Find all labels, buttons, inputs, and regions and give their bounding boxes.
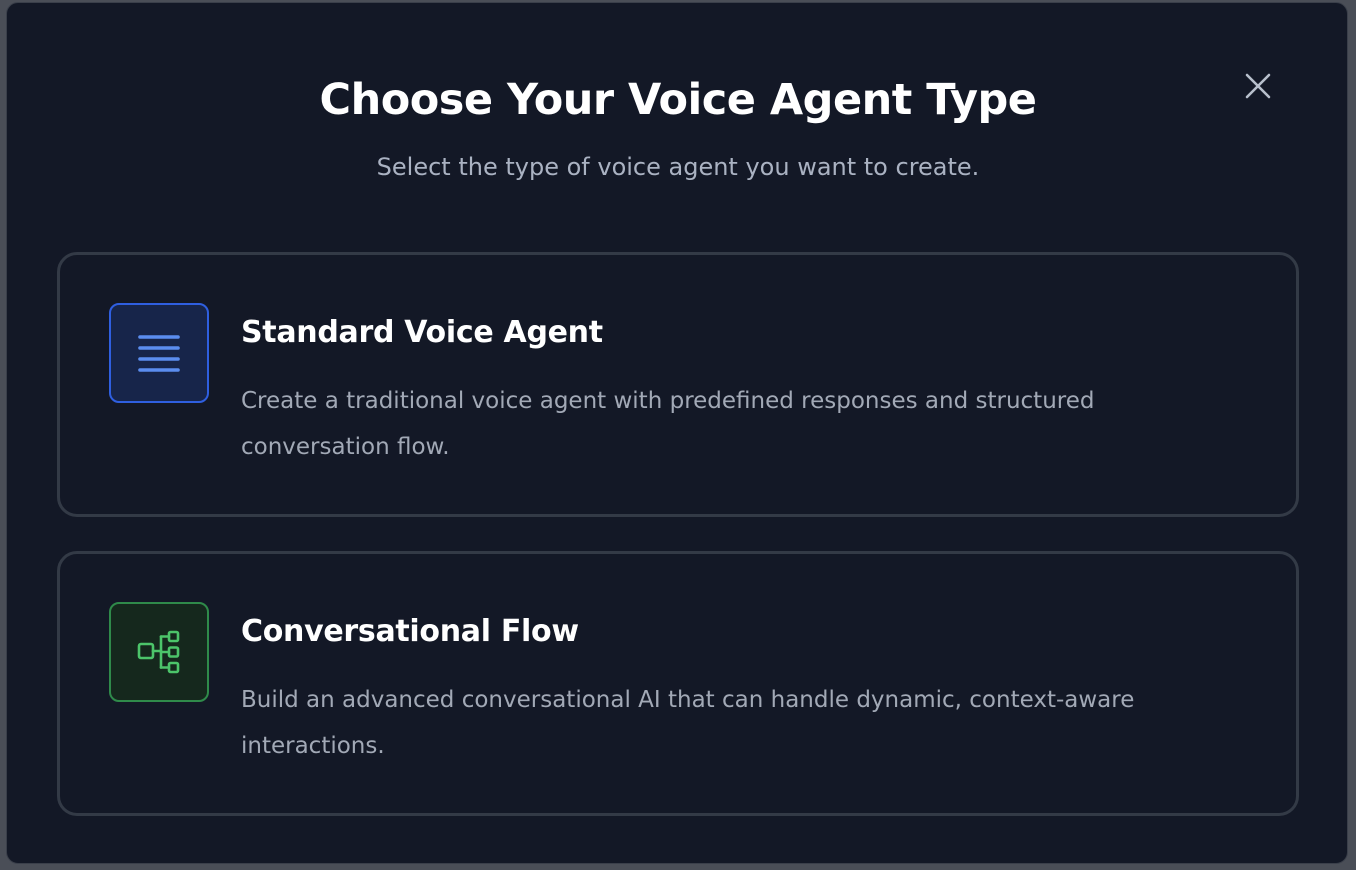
flow-tree-icon — [137, 630, 180, 674]
conversational-flow-icon-box — [109, 602, 209, 702]
standard-agent-icon-box — [109, 303, 209, 403]
option-title: Standard Voice Agent — [241, 315, 603, 350]
option-standard-voice-agent[interactable]: Standard Voice Agent Create a traditiona… — [57, 252, 1299, 517]
modal-subtitle: Select the type of voice agent you want … — [376, 153, 980, 181]
option-description: Create a traditional voice agent with pr… — [241, 388, 1095, 460]
modal-title: Choose Your Voice Agent Type — [319, 75, 1037, 125]
option-description: Build an advanced conversational AI that… — [241, 687, 1135, 759]
option-title: Conversational Flow — [241, 614, 579, 649]
option-conversational-flow[interactable]: Conversational Flow Build an advanced co… — [57, 551, 1299, 816]
lines-icon — [138, 335, 180, 372]
